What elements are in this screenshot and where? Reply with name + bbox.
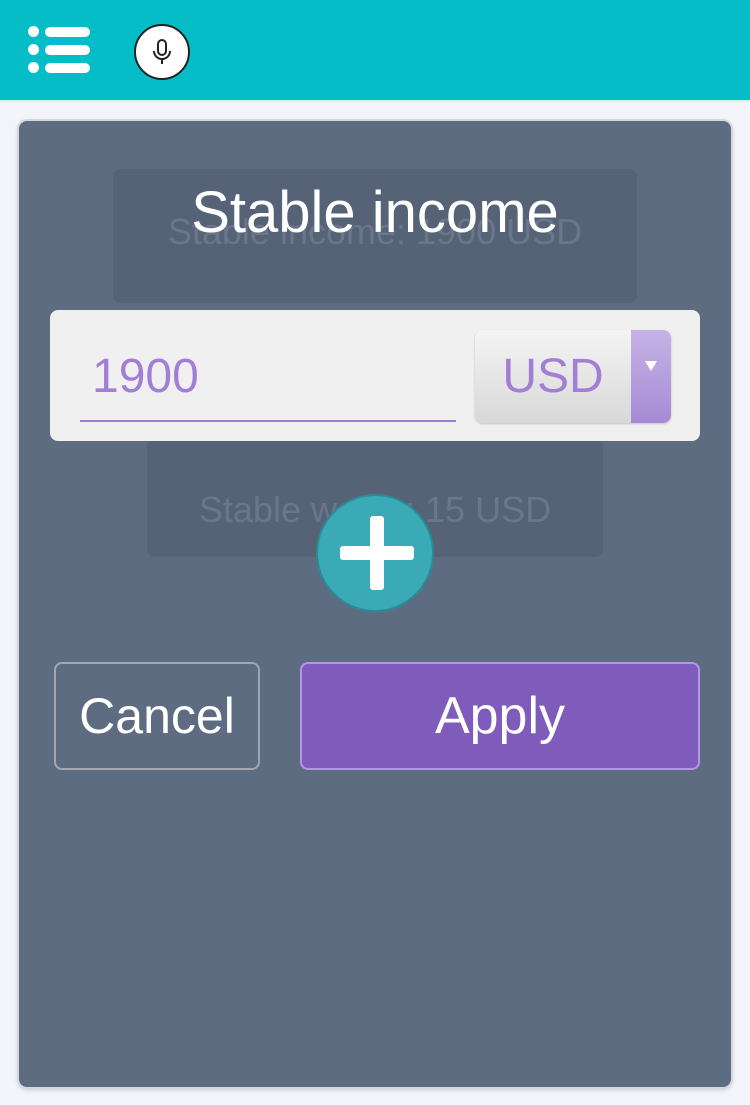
apply-button[interactable]: Apply (300, 662, 700, 770)
app-header (0, 0, 750, 102)
dropdown-arrow (631, 330, 671, 423)
currency-value: USD (502, 350, 604, 403)
cancel-button[interactable]: Cancel (54, 662, 260, 770)
currency-select[interactable]: USD (475, 330, 671, 423)
voice-input-button[interactable] (134, 24, 190, 80)
dialog-title: Stable income (191, 180, 559, 245)
add-button[interactable] (316, 494, 434, 612)
income-dialog: Stable income: 1900 USD Stable waste: 15… (19, 121, 731, 1087)
amount-input[interactable] (80, 332, 456, 422)
microphone-icon (153, 39, 171, 64)
amount-row: USD (50, 310, 700, 441)
menu-button[interactable] (28, 26, 92, 74)
chevron-down-icon (645, 361, 657, 371)
